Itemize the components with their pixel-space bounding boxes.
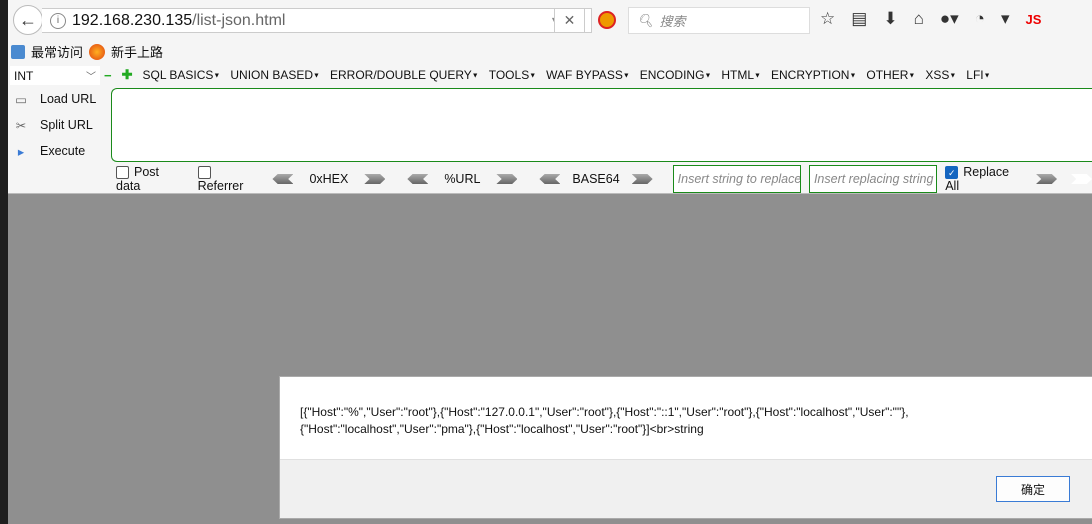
execute-button[interactable]: ▸ Execute bbox=[12, 142, 96, 160]
load-url-button[interactable]: ▭ Load URL bbox=[12, 90, 96, 108]
chevron-down-icon: ﹀ bbox=[86, 72, 96, 83]
url-label: %URL bbox=[444, 172, 481, 186]
url-textarea[interactable] bbox=[111, 88, 1092, 162]
globe-icon[interactable]: ●▾ bbox=[940, 9, 959, 29]
reading-list-icon[interactable]: ▤ bbox=[851, 9, 867, 29]
decrease-button[interactable]: − bbox=[104, 68, 112, 83]
url-decode-button[interactable] bbox=[407, 174, 429, 184]
increase-button[interactable]: ✚ bbox=[122, 67, 133, 83]
menu-label: TOOLS bbox=[488, 68, 530, 82]
caret-down-icon: ▼ bbox=[622, 72, 630, 80]
alert-dialog: [{"Host":"%","User":"root"},{"Host":"127… bbox=[279, 376, 1092, 519]
cookie-icon[interactable]: ◔ bbox=[975, 9, 985, 29]
url-path: /list-json.html bbox=[192, 11, 286, 29]
menu-label: ERROR/DOUBLE QUERY bbox=[329, 68, 472, 82]
replace-all-checkbox[interactable]: ✓ Replace All bbox=[945, 165, 1022, 193]
alert-message: [{"Host":"%","User":"root"},{"Host":"127… bbox=[300, 405, 909, 436]
most-visited-icon bbox=[11, 44, 25, 59]
menu-label: SQL BASICS bbox=[142, 68, 214, 82]
caret-down-icon: ▼ bbox=[849, 72, 857, 80]
play-icon: ▸ bbox=[17, 144, 25, 159]
bookmark-getting-started[interactable]: 新手上路 bbox=[111, 42, 163, 61]
hex-decode-button[interactable] bbox=[272, 174, 294, 184]
replace-next-button[interactable] bbox=[1071, 174, 1092, 184]
caret-down-icon: ▼ bbox=[983, 72, 991, 80]
load-icon: ▭ bbox=[15, 92, 27, 107]
replace-string-input[interactable]: Insert string to replace bbox=[672, 165, 801, 193]
url-bar[interactable]: i 192.168.230.135/list-json.html ▾▤ bbox=[42, 8, 592, 33]
menu-tools[interactable]: TOOLS▼ bbox=[489, 68, 536, 82]
search-placeholder: 搜索 bbox=[659, 14, 686, 29]
caret-down-icon: ▼ bbox=[529, 72, 537, 80]
home-icon[interactable]: ⌂ bbox=[914, 9, 924, 29]
ok-button[interactable]: 确定 bbox=[996, 476, 1070, 502]
back-button[interactable]: ← bbox=[13, 5, 43, 35]
info-icon[interactable]: i bbox=[50, 12, 66, 29]
browser-chrome: ← i 192.168.230.135/list-json.html ▾▤ ✕ … bbox=[8, 0, 1092, 194]
menu-label: HTML bbox=[721, 68, 755, 82]
menu-union-based[interactable]: UNION BASED▼ bbox=[230, 68, 320, 82]
replacing-string-input[interactable]: Insert replacing string bbox=[808, 165, 938, 193]
replace-button[interactable] bbox=[1036, 174, 1058, 184]
bookmark-most-visited[interactable]: 最常访问 bbox=[31, 42, 83, 61]
type-select[interactable]: INT ﹀ bbox=[10, 66, 100, 85]
caret-down-icon: ▼ bbox=[313, 72, 320, 80]
menu-encryption[interactable]: ENCRYPTION▼ bbox=[771, 68, 856, 82]
scissors-icon: ✂ bbox=[15, 118, 27, 133]
menu-xss[interactable]: XSS▼ bbox=[925, 68, 956, 82]
noscript-icon[interactable] bbox=[598, 11, 616, 29]
url-host: 192.168.230.135 bbox=[72, 11, 193, 29]
post-data-checkbox[interactable]: Post data bbox=[116, 165, 184, 193]
firefox-icon bbox=[89, 43, 106, 60]
bookmark-star-icon[interactable]: ☆ bbox=[820, 9, 835, 29]
search-icon: 🔍︎ bbox=[637, 12, 654, 28]
referrer-label: Referrer bbox=[197, 179, 244, 194]
menu-dropdown-icon[interactable]: ▾ bbox=[1001, 9, 1010, 29]
caret-down-icon: ▼ bbox=[704, 72, 712, 80]
url-encode-button[interactable] bbox=[496, 174, 518, 184]
caret-down-icon: ▼ bbox=[471, 72, 479, 80]
menu-sql-basics[interactable]: SQL BASICS▼ bbox=[143, 68, 221, 82]
menu-html[interactable]: HTML▼ bbox=[721, 68, 761, 82]
js-toggle-button[interactable]: JS bbox=[1025, 12, 1041, 27]
download-icon[interactable]: ⬇ bbox=[883, 9, 897, 29]
menu-lfi[interactable]: LFI▼ bbox=[966, 68, 990, 82]
split-url-button[interactable]: ✂ Split URL bbox=[12, 116, 96, 134]
menu-label: UNION BASED bbox=[230, 68, 314, 82]
menu-other[interactable]: OTHER▼ bbox=[866, 68, 915, 82]
clear-button[interactable]: ✕ bbox=[554, 8, 585, 33]
load-url-label: Load URL bbox=[40, 92, 97, 106]
menu-waf-bypass[interactable]: WAF BYPASS▼ bbox=[546, 68, 630, 82]
menu-label: ENCRYPTION bbox=[770, 68, 850, 82]
type-select-value: INT bbox=[14, 68, 34, 83]
menu-label: ENCODING bbox=[639, 68, 705, 82]
menu-label: LFI bbox=[966, 68, 984, 82]
menu-label: XSS bbox=[925, 68, 950, 82]
search-input[interactable]: 🔍︎ 搜索 bbox=[628, 7, 810, 34]
menu-encoding[interactable]: ENCODING▼ bbox=[640, 68, 712, 82]
caret-down-icon: ▼ bbox=[754, 72, 761, 80]
execute-label: Execute bbox=[40, 144, 86, 158]
split-url-label: Split URL bbox=[40, 118, 93, 132]
caret-down-icon: ▼ bbox=[908, 72, 916, 80]
hex-label: 0xHEX bbox=[309, 172, 349, 186]
background-terminal bbox=[0, 0, 8, 524]
caret-down-icon: ▼ bbox=[949, 72, 957, 80]
referrer-checkbox[interactable]: Referrer bbox=[197, 165, 259, 194]
menu-error-double-query[interactable]: ERROR/DOUBLE QUERY▼ bbox=[330, 68, 479, 82]
menu-label: OTHER bbox=[866, 68, 909, 82]
base64-encode-button[interactable] bbox=[631, 174, 653, 184]
base64-decode-button[interactable] bbox=[539, 174, 561, 184]
menu-label: WAF BYPASS bbox=[546, 68, 623, 82]
caret-down-icon: ▼ bbox=[213, 72, 221, 80]
hex-encode-button[interactable] bbox=[364, 174, 386, 184]
hackbar: INT ﹀ − ✚ SQL BASICS▼ UNION BASED▼ ERROR/DO… bbox=[8, 64, 1092, 194]
base64-label: BASE64 bbox=[572, 172, 620, 186]
